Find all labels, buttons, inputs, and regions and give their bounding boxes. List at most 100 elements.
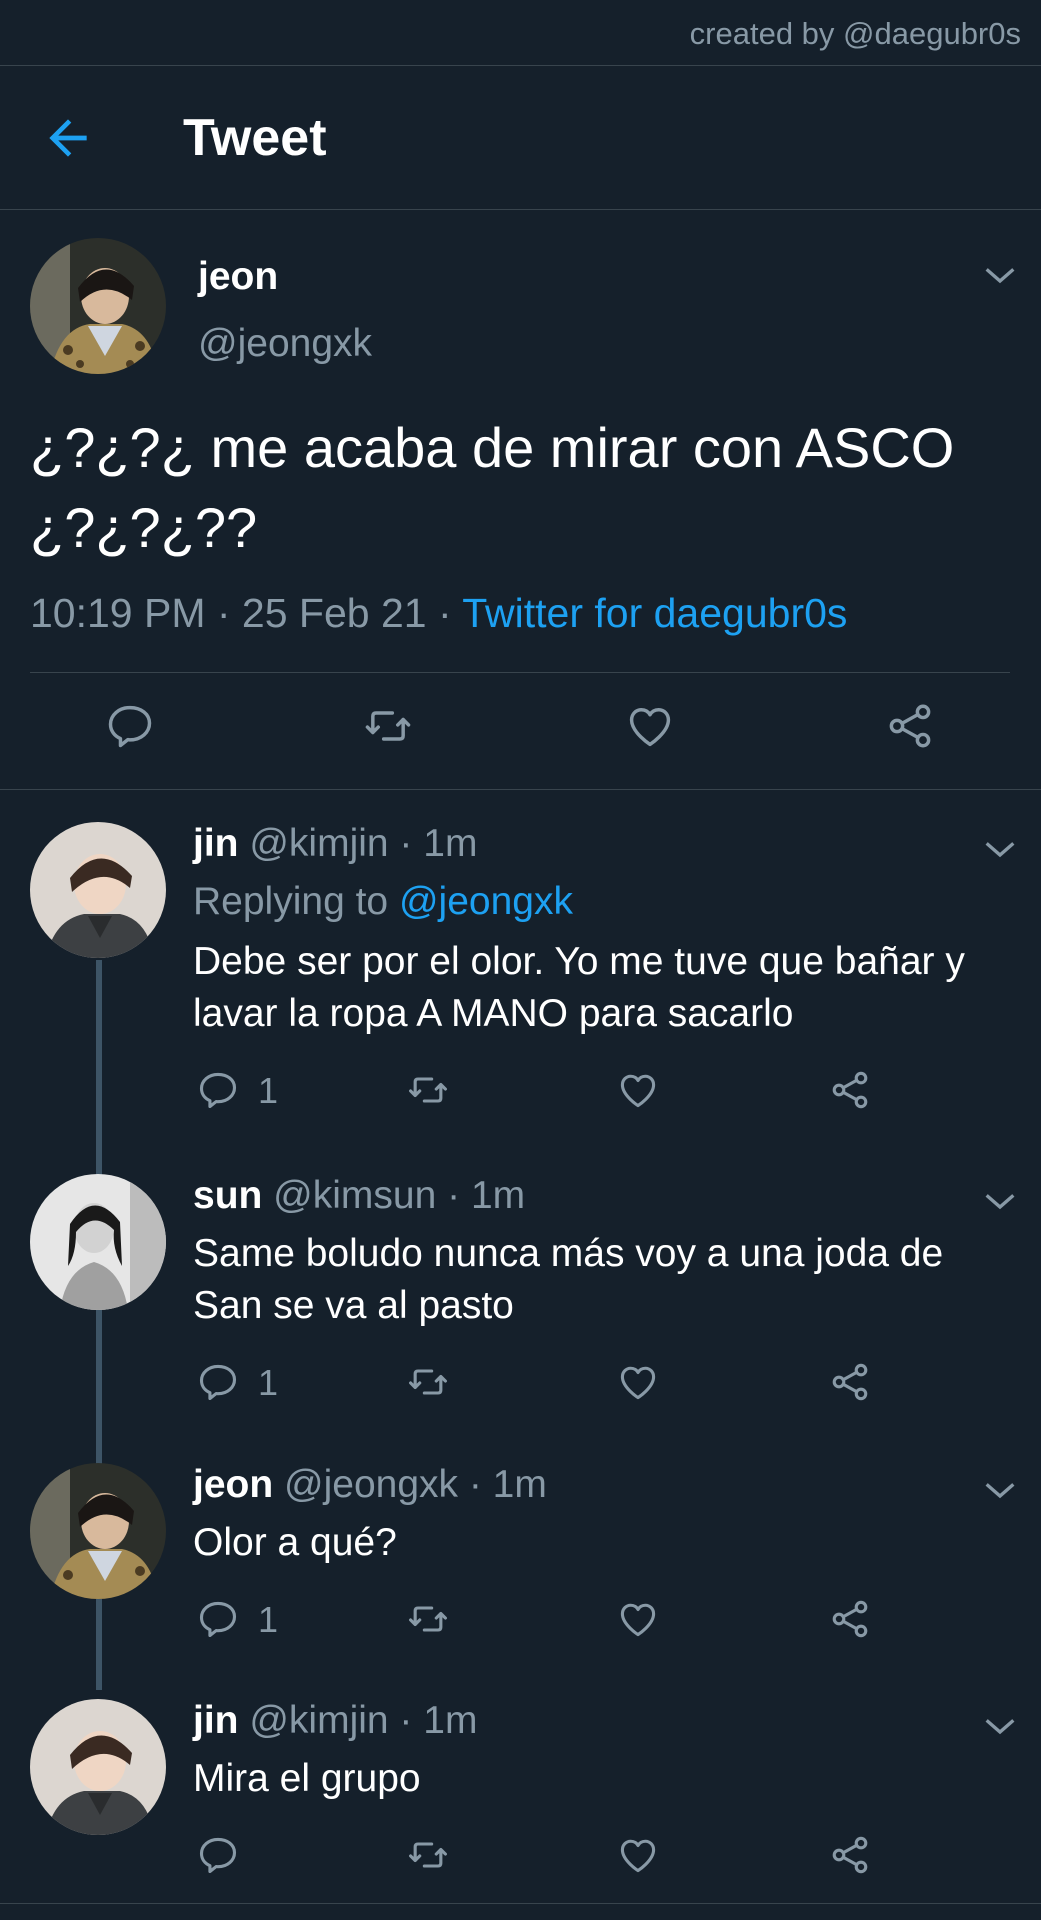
like-button[interactable] bbox=[616, 1833, 660, 1877]
reply-text: Olor a qué? bbox=[193, 1521, 397, 1564]
heart-icon bbox=[620, 1074, 656, 1108]
like-button[interactable] bbox=[616, 1068, 660, 1112]
main-tweet: jeon @jeongxk ¿?¿?¿ me acaba de mirar co… bbox=[0, 210, 1041, 790]
reply-text: Debe ser por el olor. Yo me tuve que bañ… bbox=[193, 940, 965, 1035]
retweet-button[interactable] bbox=[362, 700, 414, 752]
reply-author-name[interactable]: jeon bbox=[193, 1463, 273, 1506]
reply-header: jin @kimjin · 1m bbox=[193, 1699, 477, 1743]
retweet-button[interactable] bbox=[406, 1360, 450, 1404]
replying-to: Replying to @jeongxk bbox=[193, 880, 573, 924]
share-icon bbox=[832, 1600, 868, 1638]
share-icon bbox=[832, 1363, 868, 1401]
reply-author-meta: @jeongxk · 1m bbox=[273, 1463, 547, 1506]
reply-actions bbox=[0, 1833, 1041, 1883]
tweet-menu-button[interactable] bbox=[980, 256, 1020, 296]
reply-text: Mira el grupo bbox=[193, 1757, 421, 1800]
retweet-icon bbox=[365, 711, 411, 741]
reply-count: 1 bbox=[258, 1070, 279, 1111]
reply-author-name[interactable]: jin bbox=[193, 822, 239, 865]
reply-tweet[interactable]: jin @kimjin · 1m Replying to @jeongxk De… bbox=[0, 822, 1041, 1152]
tweet-menu-button[interactable] bbox=[980, 1471, 1020, 1511]
avatar-jin[interactable] bbox=[30, 1699, 166, 1835]
credit-bar: created by @daegubr0s bbox=[0, 0, 1041, 66]
avatar-jin[interactable] bbox=[30, 822, 166, 958]
author-handle[interactable]: @jeongxk bbox=[198, 322, 372, 366]
reply-button[interactable] bbox=[196, 1833, 240, 1877]
avatar-sun[interactable] bbox=[30, 1174, 166, 1310]
reply-actions: 1 bbox=[0, 1597, 1041, 1647]
page-header: Tweet bbox=[0, 66, 1041, 210]
reply-button[interactable] bbox=[196, 1597, 240, 1641]
chevron-down-icon bbox=[985, 1194, 1015, 1210]
like-button[interactable] bbox=[616, 1360, 660, 1404]
tweet-text: ¿?¿?¿ me acaba de mirar con ASCO ¿?¿?¿?? bbox=[30, 416, 955, 559]
share-button[interactable] bbox=[828, 1597, 872, 1641]
tweet-menu-button[interactable] bbox=[980, 1182, 1020, 1222]
like-button[interactable] bbox=[624, 700, 676, 752]
reply-count: 1 bbox=[258, 1599, 279, 1640]
tweet-source-link[interactable]: Twitter for daegubr0s bbox=[462, 590, 847, 636]
retweet-icon bbox=[409, 1077, 447, 1103]
share-button[interactable] bbox=[828, 1833, 872, 1877]
heart-icon bbox=[620, 1366, 656, 1400]
reply-author-meta: @kimjin · 1m bbox=[238, 1699, 478, 1742]
reply-tweet[interactable]: sun @kimsun · 1m Same boludo nunca más v… bbox=[0, 1174, 1041, 1444]
chevron-down-icon bbox=[985, 1719, 1015, 1735]
reply-icon bbox=[199, 1072, 237, 1109]
tweet-timestamp: 10:19 PM · 25 Feb 21 · bbox=[30, 590, 463, 636]
avatar-jeon[interactable] bbox=[30, 1463, 166, 1599]
reply-author-meta: @kimsun · 1m bbox=[262, 1174, 526, 1217]
reply-tweet[interactable]: jin @kimjin · 1m Mira el grupo bbox=[0, 1699, 1041, 1903]
replying-to-mention[interactable]: @jeongxk bbox=[399, 880, 573, 923]
retweet-button[interactable] bbox=[406, 1068, 450, 1112]
retweet-icon bbox=[409, 1606, 447, 1632]
page-title: Tweet bbox=[183, 109, 327, 167]
reply-icon bbox=[108, 705, 152, 748]
divider bbox=[0, 1903, 1041, 1904]
reply-author-meta: @kimjin · 1m bbox=[238, 822, 478, 865]
tweet-menu-button[interactable] bbox=[980, 1707, 1020, 1747]
share-button[interactable] bbox=[884, 700, 936, 752]
heart-icon bbox=[629, 708, 671, 747]
share-icon bbox=[889, 704, 931, 748]
like-button[interactable] bbox=[616, 1597, 660, 1641]
tweet-menu-button[interactable] bbox=[980, 830, 1020, 870]
chevron-down-icon bbox=[985, 842, 1015, 858]
share-icon bbox=[832, 1071, 868, 1109]
author-name[interactable]: jeon bbox=[198, 255, 278, 299]
reply-header: sun @kimsun · 1m bbox=[193, 1174, 525, 1218]
chevron-down-icon bbox=[985, 268, 1015, 284]
retweet-button[interactable] bbox=[406, 1833, 450, 1877]
credit-text: created by @daegubr0s bbox=[689, 16, 1021, 51]
reply-text: Same boludo nunca más voy a una joda de … bbox=[193, 1232, 944, 1327]
share-icon bbox=[832, 1836, 868, 1874]
share-button[interactable] bbox=[828, 1068, 872, 1112]
reply-count: 1 bbox=[258, 1362, 279, 1403]
reply-header: jeon @jeongxk · 1m bbox=[193, 1463, 547, 1507]
tweet-meta: 10:19 PM · 25 Feb 21 · Twitter for daegu… bbox=[30, 590, 847, 637]
reply-tweet[interactable]: jeon @jeongxk · 1m Olor a qué? 1 bbox=[0, 1463, 1041, 1681]
share-button[interactable] bbox=[828, 1360, 872, 1404]
main-tweet-actions bbox=[0, 700, 1041, 770]
retweet-button[interactable] bbox=[406, 1597, 450, 1641]
heart-icon bbox=[620, 1603, 656, 1637]
reply-button[interactable] bbox=[196, 1068, 240, 1112]
replying-to-prefix: Replying to bbox=[193, 880, 399, 923]
avatar-jeon[interactable] bbox=[30, 238, 166, 374]
retweet-icon bbox=[409, 1369, 447, 1395]
retweet-icon bbox=[409, 1842, 447, 1868]
heart-icon bbox=[620, 1839, 656, 1873]
arrow-left-icon bbox=[49, 119, 87, 157]
reply-icon bbox=[199, 1601, 237, 1638]
reply-button[interactable] bbox=[196, 1360, 240, 1404]
reply-icon bbox=[199, 1837, 237, 1874]
back-button[interactable] bbox=[40, 110, 96, 166]
reply-author-name[interactable]: jin bbox=[193, 1699, 239, 1742]
reply-actions: 1 bbox=[0, 1068, 1041, 1118]
reply-author-name[interactable]: sun bbox=[193, 1174, 262, 1217]
reply-button[interactable] bbox=[104, 700, 156, 752]
divider bbox=[30, 672, 1010, 673]
reply-icon bbox=[199, 1364, 237, 1401]
reply-actions: 1 bbox=[0, 1360, 1041, 1410]
chevron-down-icon bbox=[985, 1483, 1015, 1499]
